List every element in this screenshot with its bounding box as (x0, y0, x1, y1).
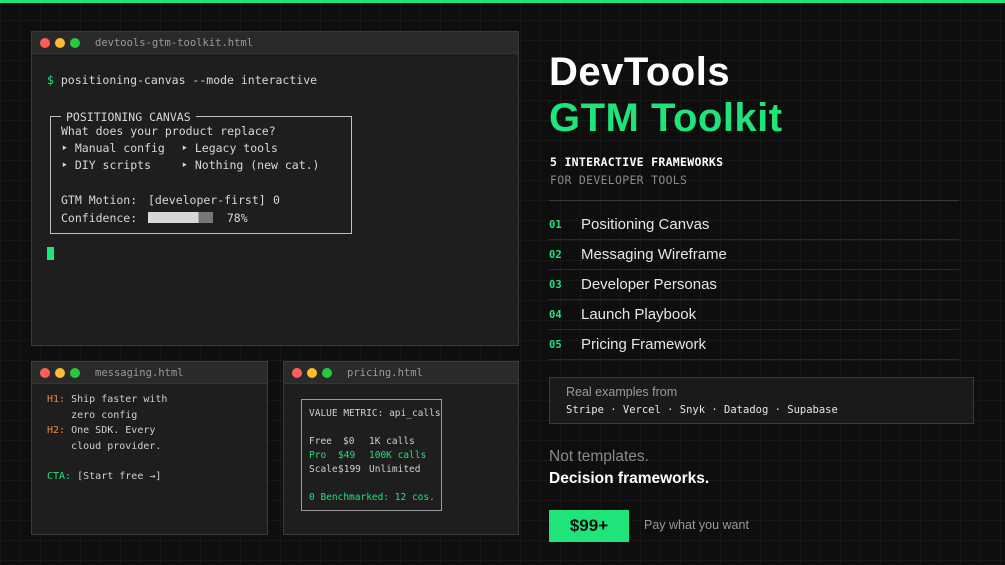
hero-title-line-1: DevTools (549, 50, 731, 94)
tier-scale-calls: Unlimited (369, 464, 421, 475)
canvas-question: What does your product replace? (61, 124, 276, 138)
framework-label: Developer Personas (581, 276, 717, 293)
h1-line-2: zero config (71, 409, 138, 421)
option-nothing-new-cat[interactable]: ‣ Nothing (new cat.) (181, 157, 319, 173)
tier-free-calls: 1K calls (369, 436, 415, 447)
gtm-motion-label: GTM Motion: (61, 193, 138, 207)
framework-item-pricing-framework[interactable]: 05 Pricing Framework (549, 330, 959, 360)
tier-pro-name: Pro (309, 450, 327, 461)
messaging-body: H1: Ship faster with zero config H2: One… (32, 384, 267, 485)
option-manual-config[interactable]: ‣ Manual config (61, 140, 165, 156)
framework-label: Messaging Wireframe (581, 246, 727, 263)
prompt-symbol: $ (47, 73, 54, 87)
window-title: pricing.html (347, 366, 423, 379)
examples-heading: Real examples from (566, 385, 678, 399)
minimize-window-icon[interactable] (307, 367, 317, 378)
headline-1-row-2: zero config (47, 408, 267, 424)
confidence-bar (148, 212, 213, 223)
framework-item-positioning-canvas[interactable]: 01 Positioning Canvas (549, 210, 959, 240)
window-titlebar: pricing.html (284, 362, 518, 384)
pricing-window: pricing.html VALUE METRIC: api_calls Fre… (283, 361, 519, 535)
pricing-table-box: VALUE METRIC: api_calls Free $0 1K calls… (301, 399, 442, 511)
gtm-motion-mark: 0 (273, 193, 280, 207)
accent-top-bar (0, 0, 1005, 3)
headline-2-row: H2: One SDK. Every (47, 423, 267, 439)
framework-number: 02 (549, 248, 562, 261)
positioning-canvas-box: POSITIONING CANVAS What does your produc… (50, 109, 352, 234)
tagline-line-1: Not templates. (549, 448, 649, 465)
h2-line-1: One SDK. Every (71, 425, 156, 436)
close-window-icon[interactable] (292, 367, 302, 378)
terminal-body: $ positioning-canvas --mode interactive (32, 54, 518, 88)
pay-what-you-want-note: Pay what you want (644, 518, 749, 532)
minimize-window-icon[interactable] (55, 37, 65, 48)
benchmark-line: 0 Benchmarked: 12 cos. (309, 492, 435, 503)
framework-label: Launch Playbook (581, 306, 697, 323)
option-diy-scripts[interactable]: ‣ DIY scripts (61, 157, 151, 173)
messaging-window: messaging.html H1: Ship faster with zero… (31, 361, 268, 535)
gtm-motion-value: [developer-first] (148, 193, 266, 207)
tagline-line-2: Decision frameworks. (549, 470, 710, 487)
framework-number: 03 (549, 278, 562, 291)
cta-label: CTA: (47, 471, 72, 482)
confidence-row: 78% (148, 210, 248, 226)
examples-companies: Stripe · Vercel · Snyk · Datadog · Supab… (566, 404, 838, 416)
tier-scale-name: Scale (309, 464, 338, 475)
framework-item-developer-personas[interactable]: 03 Developer Personas (549, 270, 959, 300)
tier-pro-price: $49 (338, 450, 356, 461)
divider (549, 200, 959, 201)
hero-subtitle-1: 5 INTERACTIVE FRAMEWORKS (550, 155, 724, 169)
framework-number: 04 (549, 308, 562, 321)
cta-row: CTA: [Start free →] (47, 469, 267, 485)
framework-label: Pricing Framework (581, 336, 707, 353)
examples-box: Real examples from Stripe · Vercel · Sny… (549, 377, 974, 424)
tier-free-price: $0 (343, 436, 355, 447)
window-titlebar: devtools-gtm-toolkit.html (32, 32, 518, 54)
close-window-icon[interactable] (40, 37, 50, 48)
framework-number: 01 (549, 218, 562, 231)
positioning-canvas-window: devtools-gtm-toolkit.html $ positioning-… (31, 31, 519, 346)
terminal-cursor (47, 247, 54, 260)
headline-1-row: H1: Ship faster with (47, 392, 267, 408)
tier-free-name: Free (309, 436, 332, 447)
maximize-window-icon[interactable] (322, 367, 332, 378)
confidence-value: 78% (226, 211, 248, 225)
h1-label: H1: (47, 394, 66, 405)
window-title: messaging.html (95, 366, 184, 379)
command-line: $ positioning-canvas --mode interactive (47, 72, 518, 88)
minimize-window-icon[interactable] (55, 367, 65, 378)
headline-2-row-2: cloud provider. (47, 439, 267, 455)
cta-value[interactable]: [Start free →] (77, 471, 161, 482)
close-window-icon[interactable] (40, 367, 50, 378)
framework-item-messaging-wireframe[interactable]: 02 Messaging Wireframe (549, 240, 959, 270)
h2-label: H2: (47, 425, 66, 436)
framework-list: 01 Positioning Canvas 02 Messaging Wiref… (549, 210, 959, 360)
command-text: positioning-canvas --mode interactive (60, 73, 318, 87)
maximize-window-icon[interactable] (70, 367, 80, 378)
framework-number: 05 (549, 338, 562, 351)
value-metric-line: VALUE METRIC: api_calls (309, 408, 441, 419)
maximize-window-icon[interactable] (70, 37, 80, 48)
window-title: devtools-gtm-toolkit.html (95, 36, 254, 49)
hero-subtitle-2: FOR DEVELOPER TOOLS (550, 173, 688, 187)
window-titlebar: messaging.html (32, 362, 267, 384)
framework-item-launch-playbook[interactable]: 04 Launch Playbook (549, 300, 959, 330)
h2-line-2: cloud provider. (71, 440, 162, 452)
price-button[interactable]: $99+ (549, 510, 629, 542)
tier-scale-price: $199 (338, 464, 361, 475)
h1-line-1: Ship faster with (71, 394, 168, 405)
framework-label: Positioning Canvas (581, 216, 710, 233)
confidence-label: Confidence: (61, 211, 138, 225)
hero-title-line-2: GTM Toolkit (549, 96, 783, 140)
option-legacy-tools[interactable]: ‣ Legacy tools (181, 140, 278, 156)
tier-pro-calls: 100K calls (369, 450, 427, 461)
